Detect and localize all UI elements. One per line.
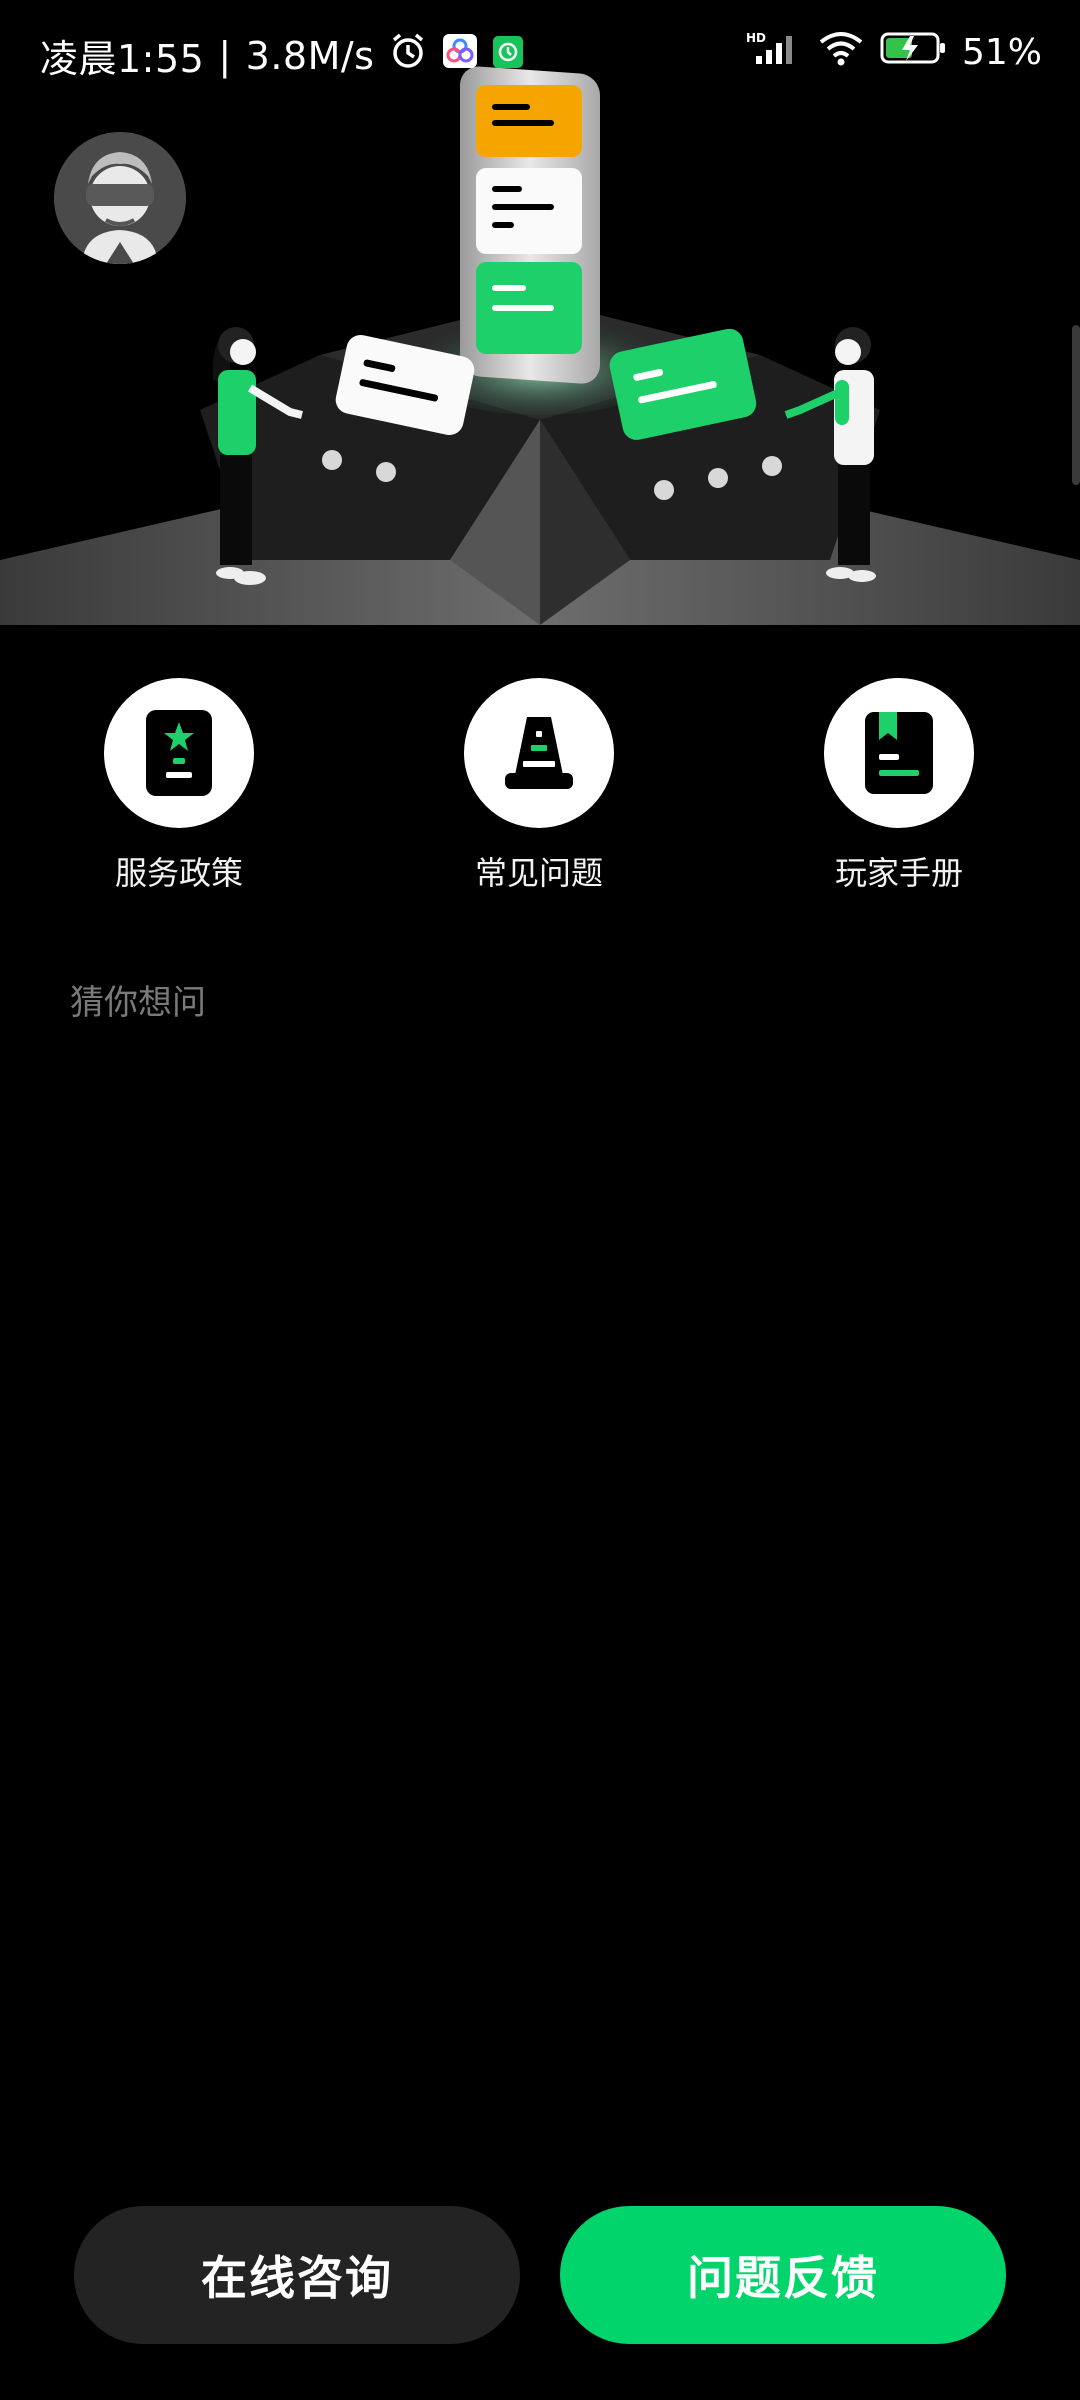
status-network-speed: 3.8M/s — [245, 33, 375, 78]
feedback-button[interactable]: 问题反馈 — [560, 2206, 1006, 2344]
battery-icon — [880, 31, 946, 74]
shortcut-circle — [104, 678, 254, 828]
traffic-cone-icon — [505, 717, 573, 789]
vr-headset-user-icon — [54, 132, 186, 264]
shortcut-label: 服务政策 — [114, 854, 243, 892]
shortcut-label: 常见问题 — [474, 854, 603, 892]
status-left: 凌晨1:55 | 3.8M/s — [40, 28, 524, 83]
shortcut-player-handbook[interactable]: 玩家手册 — [824, 678, 974, 894]
shortcut-service-policy[interactable]: 服务政策 — [104, 678, 254, 894]
signal-icon: HD — [746, 30, 802, 75]
svg-text:HD: HD — [746, 31, 766, 45]
policy-phone-icon — [146, 710, 212, 796]
wifi-icon — [818, 30, 864, 75]
scroll-indicator — [1072, 325, 1080, 485]
alarm-icon — [388, 31, 428, 80]
status-right: HD 51% — [746, 30, 1042, 75]
status-time: 凌晨1:55 — [40, 37, 205, 81]
shortcut-faq[interactable]: 常见问题 — [464, 678, 614, 894]
status-bar: 凌晨1:55 | 3.8M/s HD 51% — [0, 0, 1080, 110]
shortcut-circle — [464, 678, 614, 828]
suggested-questions-title: 猜你想问 — [70, 983, 206, 1023]
shortcut-circle — [824, 678, 974, 828]
user-avatar[interactable] — [54, 132, 186, 264]
handbook-icon — [865, 712, 933, 794]
shortcut-label: 玩家手册 — [834, 854, 963, 892]
app-notification-icon — [442, 33, 478, 78]
battery-percent: 51% — [961, 32, 1042, 73]
green-app-notification-icon — [492, 34, 524, 78]
status-divider: | — [218, 33, 232, 78]
online-consult-button[interactable]: 在线咨询 — [74, 2206, 520, 2344]
